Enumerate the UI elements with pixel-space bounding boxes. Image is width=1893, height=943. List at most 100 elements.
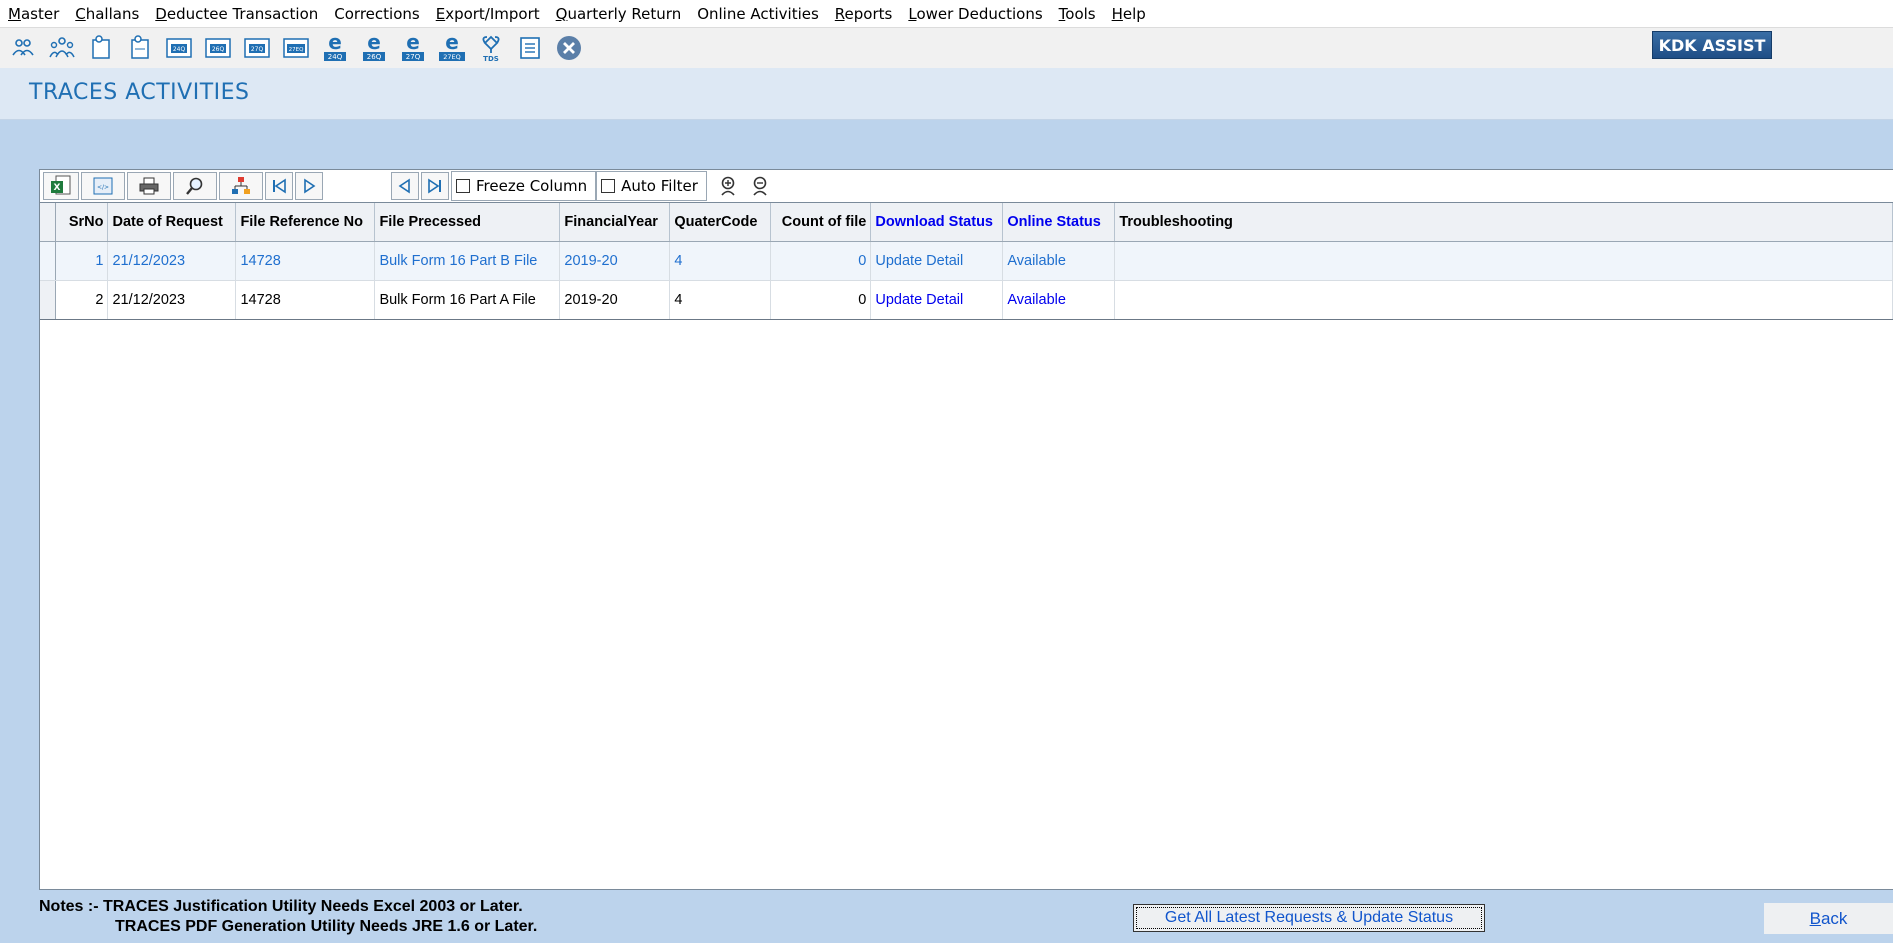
online-status-available[interactable]: Available [1002, 280, 1116, 320]
cell-financial-year: 2019-20 [559, 280, 671, 320]
menu-export-import[interactable]: Export/Import [432, 5, 544, 23]
row-indicator[interactable] [40, 241, 57, 281]
col-header-download-status[interactable]: Download Status [870, 203, 1004, 242]
zoom-out-icon[interactable] [747, 172, 777, 200]
cell-date: 21/12/2023 [107, 241, 237, 281]
col-header-quater-code[interactable]: QuaterCode [669, 203, 772, 242]
update-detail-link[interactable]: Update Detail [870, 241, 1004, 281]
user-doc-icon[interactable] [84, 31, 118, 65]
cell-file-precessed: Bulk Form 16 Part B File [374, 241, 561, 281]
svg-text:TDS: TDS [483, 55, 499, 63]
update-detail-link[interactable]: Update Detail [870, 280, 1004, 320]
svg-text:27EQ: 27EQ [443, 53, 461, 61]
svg-text:24Q: 24Q [173, 46, 186, 53]
cell-quater-code: 4 [669, 241, 772, 281]
svg-text:e: e [406, 33, 420, 54]
form-24q-icon[interactable]: 24Q [162, 31, 196, 65]
notes-icon[interactable] [513, 31, 547, 65]
svg-text:27Q: 27Q [251, 46, 264, 53]
get-latest-requests-button[interactable]: Get All Latest Requests & Update Status [1133, 904, 1485, 932]
auto-filter-checkbox[interactable]: Auto Filter [596, 171, 707, 201]
deductor-icon[interactable] [6, 31, 40, 65]
next-page-icon[interactable] [295, 172, 323, 200]
menu-online-activities[interactable]: Online Activities [693, 5, 823, 23]
online-status-available[interactable]: Available [1002, 241, 1116, 281]
tds-icon[interactable]: TDS [474, 31, 508, 65]
excel-export-icon[interactable]: X [43, 172, 79, 200]
note-line-1: Notes :- TRACES Justification Utility Ne… [39, 898, 523, 915]
e-return-27q-icon[interactable]: e 27Q [396, 31, 430, 65]
svg-text:e: e [367, 33, 381, 54]
cell-count-of-file: 0 [770, 241, 872, 281]
auto-filter-box[interactable] [601, 179, 616, 193]
e-return-24q-icon[interactable]: e 24Q [318, 31, 352, 65]
col-header-online-status[interactable]: Online Status [1002, 203, 1116, 242]
grid-toolbar: X </> Freeze Column Auto Filter [40, 170, 1893, 203]
svg-text:24Q: 24Q [328, 53, 343, 61]
svg-text:X: X [54, 183, 61, 193]
cell-file-ref: 14728 [235, 241, 376, 281]
form-27eq-icon[interactable]: 27EQ [279, 31, 313, 65]
table-header-row: SrNo Date of Request File Reference No F… [40, 203, 1893, 242]
menu-quarterly-return[interactable]: Quarterly Return [552, 5, 686, 23]
notes-text: Notes :- TRACES Justification Utility Ne… [39, 897, 537, 937]
svg-text:26Q: 26Q [212, 46, 225, 53]
cell-troubleshooting[interactable] [1114, 280, 1893, 320]
menu-help[interactable]: Help [1108, 5, 1150, 23]
menu-challans[interactable]: Challans [71, 5, 143, 23]
col-header-count-of-file[interactable]: Count of file [770, 203, 872, 242]
cell-srno: 1 [55, 241, 109, 281]
xml-export-icon[interactable]: </> [81, 172, 125, 200]
col-header-troubleshooting[interactable]: Troubleshooting [1114, 203, 1893, 242]
cell-count-of-file: 0 [770, 280, 872, 320]
e-return-27eq-icon[interactable]: e 27EQ [435, 31, 469, 65]
row-indicator[interactable] [40, 280, 57, 320]
menu-bar: Master Challans Deductee Transaction Cor… [0, 0, 1893, 28]
deductee-icon[interactable] [45, 31, 79, 65]
table-row[interactable]: 1 21/12/2023 14728 Bulk Form 16 Part B F… [40, 241, 1893, 281]
freeze-column-checkbox[interactable]: Freeze Column [451, 171, 597, 201]
col-header-financial-year[interactable]: FinancialYear [559, 203, 671, 242]
last-record-icon[interactable] [421, 172, 449, 200]
first-record-icon[interactable] [265, 172, 293, 200]
traces-activities-table: SrNo Date of Request File Reference No F… [40, 203, 1893, 320]
cell-troubleshooting[interactable] [1114, 241, 1893, 281]
menu-tools[interactable]: Tools [1055, 5, 1100, 23]
table-row[interactable]: 2 21/12/2023 14728 Bulk Form 16 Part A F… [40, 280, 1893, 320]
col-header-date-of-request[interactable]: Date of Request [107, 203, 237, 242]
user-doc-2-icon[interactable] [123, 31, 157, 65]
cell-srno: 2 [55, 280, 109, 320]
menu-corrections[interactable]: Corrections [330, 5, 423, 23]
prev-page-icon[interactable] [391, 172, 419, 200]
col-header-file-reference-no[interactable]: File Reference No [235, 203, 376, 242]
menu-lower-deductions[interactable]: Lower Deductions [904, 5, 1046, 23]
svg-text:e: e [445, 33, 459, 54]
cell-file-precessed: Bulk Form 16 Part A File [374, 280, 561, 320]
cell-date: 21/12/2023 [107, 280, 237, 320]
print-icon[interactable] [127, 172, 171, 200]
menu-master[interactable]: Master [4, 5, 63, 23]
svg-text:e: e [328, 33, 342, 54]
cell-financial-year: 2019-20 [559, 241, 671, 281]
note-line-2: TRACES PDF Generation Utility Needs JRE … [115, 918, 538, 935]
zoom-in-icon[interactable] [715, 172, 745, 200]
page-title: TRACES ACTIVITIES [29, 80, 250, 105]
traces-grid-panel: X </> Freeze Column Auto Filter SrNo Dat… [39, 169, 1893, 890]
menu-deductee-transaction[interactable]: Deductee Transaction [151, 5, 322, 23]
kdk-assist-button[interactable]: KDK ASSIST [1652, 31, 1772, 59]
form-27q-icon[interactable]: 27Q [240, 31, 274, 65]
col-header-srno[interactable]: SrNo [55, 203, 109, 242]
col-header-file-precessed[interactable]: File Precessed [374, 203, 561, 242]
back-button[interactable]: Back [1764, 903, 1893, 934]
group-tree-icon[interactable] [219, 172, 263, 200]
menu-reports[interactable]: Reports [831, 5, 897, 23]
freeze-column-box[interactable] [456, 179, 470, 193]
e-return-26q-icon[interactable]: e 26Q [357, 31, 391, 65]
svg-text:26Q: 26Q [367, 53, 382, 61]
svg-text:27Q: 27Q [406, 53, 421, 61]
search-icon[interactable] [173, 172, 217, 200]
form-26q-icon[interactable]: 26Q [201, 31, 235, 65]
close-icon[interactable] [552, 31, 586, 65]
title-band: TRACES ACTIVITIES [0, 68, 1893, 120]
grid-rows-bottom-border [40, 319, 1893, 320]
